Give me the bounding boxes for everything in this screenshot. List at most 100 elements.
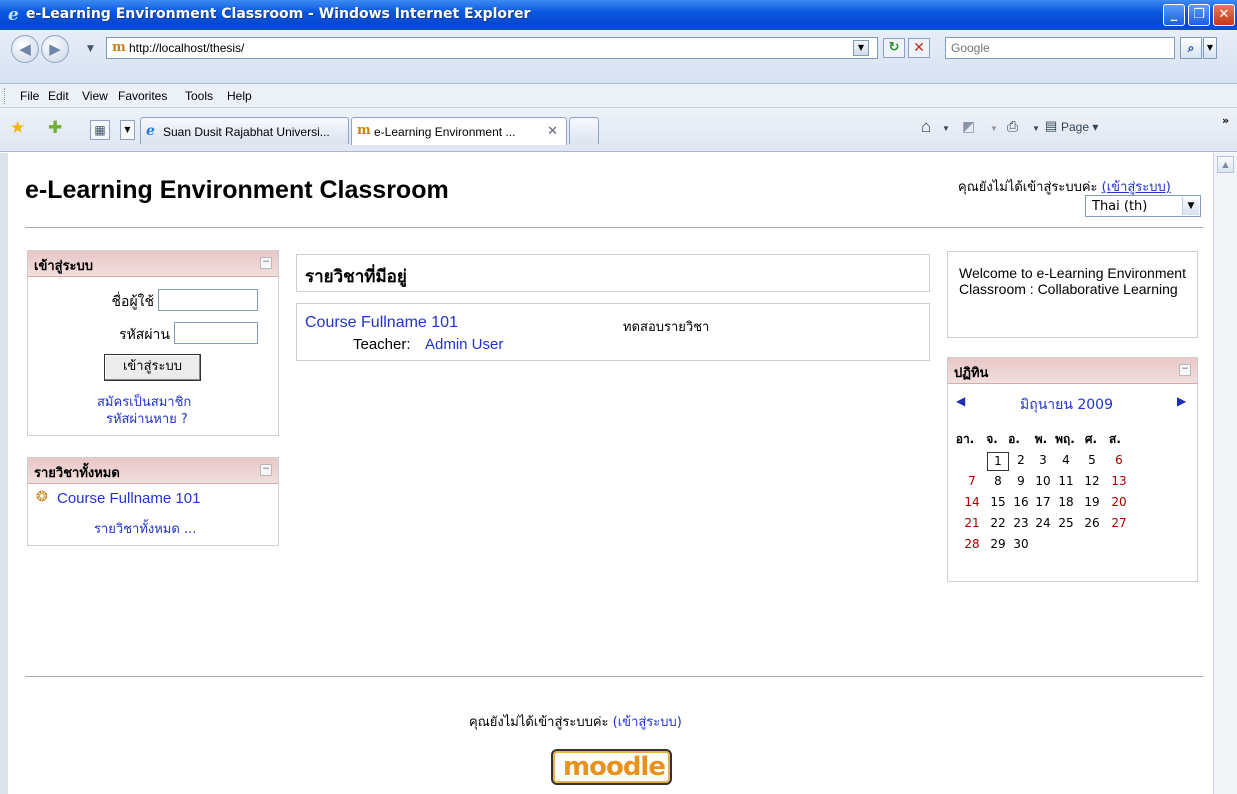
search-box[interactable] bbox=[945, 37, 1175, 59]
all-courses-link[interactable]: รายวิชาทั้งหมด ... bbox=[94, 518, 196, 539]
login-button[interactable]: เข้าสู่ระบบ bbox=[104, 354, 201, 381]
calendar-day[interactable]: 15 bbox=[987, 494, 1009, 511]
url-dropdown-icon[interactable]: ▼ bbox=[853, 40, 869, 56]
calendar-day[interactable]: 12 bbox=[1081, 473, 1103, 490]
url-text[interactable]: http://localhost/thesis/ bbox=[129, 41, 244, 55]
calendar-day[interactable]: 21 bbox=[961, 515, 983, 532]
chevron-down-icon[interactable]: ▼ bbox=[1182, 197, 1199, 215]
search-dropdown-icon[interactable]: ▼ bbox=[1203, 37, 1217, 59]
language-select[interactable]: Thai (th) ▼ bbox=[1085, 195, 1201, 217]
vertical-scrollbar[interactable]: ▲ bbox=[1213, 153, 1237, 794]
search-icon[interactable]: ⌕ bbox=[1180, 37, 1202, 59]
menu-edit[interactable]: Edit bbox=[48, 89, 69, 103]
username-field[interactable] bbox=[158, 289, 258, 311]
menu-view[interactable]: View bbox=[82, 89, 108, 103]
calendar-day[interactable]: 29 bbox=[987, 536, 1009, 553]
calendar-day[interactable]: 22 bbox=[987, 515, 1009, 532]
courses-block-title: รายวิชาทั้งหมด bbox=[34, 466, 120, 481]
ie-logo-icon: e bbox=[8, 5, 19, 25]
calendar-day-header: ส. bbox=[1109, 432, 1121, 446]
calendar-day[interactable]: 30 bbox=[1010, 536, 1032, 553]
calendar-day[interactable]: 11 bbox=[1055, 473, 1077, 490]
history-dropdown-icon[interactable]: ▼ bbox=[87, 44, 94, 54]
teacher-link[interactable]: Admin User bbox=[425, 336, 503, 353]
calendar-day[interactable]: 14 bbox=[961, 494, 983, 511]
calendar-day[interactable]: 8 bbox=[987, 473, 1009, 490]
feeds-icon[interactable]: ◩ bbox=[962, 118, 975, 135]
calendar-day[interactable]: 18 bbox=[1055, 494, 1077, 511]
calendar-day[interactable]: 7 bbox=[961, 473, 983, 490]
collapse-icon[interactable]: − bbox=[1179, 364, 1191, 376]
stop-icon[interactable]: ✕ bbox=[908, 38, 930, 58]
calendar-day[interactable]: 4 bbox=[1055, 452, 1077, 469]
minimize-button[interactable]: _ bbox=[1163, 4, 1185, 26]
calendar-day[interactable]: 3 bbox=[1032, 452, 1054, 469]
username-label: ชื่อผู้ใช้ bbox=[111, 294, 154, 310]
more-tools-chevron-icon[interactable]: » bbox=[1222, 114, 1229, 127]
calendar-day-header: พ. bbox=[1034, 432, 1048, 446]
course-name-link[interactable]: Course Fullname 101 bbox=[305, 314, 458, 332]
menu-file[interactable]: File bbox=[20, 89, 39, 103]
calendar-month-link[interactable]: มิถุนายน 2009 bbox=[1020, 394, 1113, 416]
print-icon[interactable]: ⎙ bbox=[1007, 118, 1018, 135]
moodle-logo[interactable]: moodle bbox=[551, 749, 672, 785]
next-month-icon[interactable]: ▶ bbox=[1177, 394, 1186, 408]
page-icon[interactable]: ▤ bbox=[1045, 118, 1057, 134]
header-login-link[interactable]: (เข้าสู่ระบบ) bbox=[1102, 180, 1171, 195]
add-favorite-icon[interactable]: ✚ bbox=[48, 118, 62, 138]
calendar-block-title: ปฏิทิน bbox=[954, 366, 989, 381]
calendar-day[interactable]: 5 bbox=[1081, 452, 1103, 469]
calendar-day[interactable]: 13 bbox=[1108, 473, 1130, 490]
home-icon[interactable]: ⌂ bbox=[921, 117, 931, 137]
footer-login-link[interactable]: (เข้าสู่ระบบ) bbox=[613, 715, 682, 730]
tab-list-dropdown-icon[interactable]: ▼ bbox=[120, 120, 135, 140]
maximize-button[interactable]: ❐ bbox=[1188, 4, 1210, 26]
forward-button[interactable]: ▶ bbox=[41, 35, 69, 63]
page-menu[interactable]: Page ▾ bbox=[1061, 120, 1098, 134]
calendar-day[interactable]: 24 bbox=[1032, 515, 1054, 532]
login-block-header: เข้าสู่ระบบ − bbox=[28, 251, 278, 277]
calendar-day[interactable]: 27 bbox=[1108, 515, 1130, 532]
search-input[interactable] bbox=[951, 41, 1171, 55]
address-bar[interactable]: m http://localhost/thesis/ ▼ bbox=[106, 37, 878, 59]
password-field[interactable] bbox=[174, 322, 258, 344]
calendar-day[interactable]: 20 bbox=[1108, 494, 1130, 511]
calendar-day[interactable]: 16 bbox=[1010, 494, 1032, 511]
back-button[interactable]: ◀ bbox=[11, 35, 39, 63]
calendar-day[interactable]: 2 bbox=[1010, 452, 1032, 469]
collapse-icon[interactable]: − bbox=[260, 257, 272, 269]
menu-help[interactable]: Help bbox=[227, 89, 252, 103]
collapse-icon[interactable]: − bbox=[260, 464, 272, 476]
calendar-today[interactable]: 1 bbox=[987, 452, 1009, 471]
course-icon: ❂ bbox=[36, 489, 48, 505]
calendar-day-header: อา. bbox=[955, 432, 975, 446]
close-tab-icon[interactable]: ✕ bbox=[547, 124, 558, 139]
calendar-day[interactable]: 17 bbox=[1032, 494, 1054, 511]
refresh-icon[interactable]: ↻ bbox=[883, 38, 905, 58]
calendar-day[interactable]: 10 bbox=[1032, 473, 1054, 490]
menu-tools[interactable]: Tools bbox=[185, 89, 213, 103]
feeds-dropdown-icon[interactable]: ▼ bbox=[990, 124, 998, 133]
new-tab-button[interactable] bbox=[569, 117, 599, 144]
calendar-day[interactable]: 26 bbox=[1081, 515, 1103, 532]
print-dropdown-icon[interactable]: ▼ bbox=[1032, 124, 1040, 133]
calendar-day[interactable]: 6 bbox=[1108, 452, 1130, 469]
close-window-button[interactable]: ✕ bbox=[1213, 4, 1235, 26]
forgot-password-link[interactable]: รหัสผ่านหาย ? bbox=[106, 408, 188, 429]
calendar-day[interactable]: 19 bbox=[1081, 494, 1103, 511]
available-courses-header: รายวิชาที่มีอยู่ bbox=[296, 254, 930, 292]
sidebar-course-link[interactable]: Course Fullname 101 bbox=[57, 490, 200, 507]
calendar-day[interactable]: 23 bbox=[1010, 515, 1032, 532]
tab-elearning[interactable]: m e-Learning Environment ... ✕ bbox=[351, 117, 567, 145]
menu-favorites[interactable]: Favorites bbox=[118, 89, 167, 103]
favorites-star-icon[interactable]: ★ bbox=[10, 118, 25, 138]
address-toolbar: ◀ ▶ ▼ m http://localhost/thesis/ ▼ ↻ ✕ ⌕… bbox=[0, 30, 1237, 84]
calendar-day[interactable]: 28 bbox=[961, 536, 983, 553]
quick-tabs-icon[interactable]: ▦ bbox=[90, 120, 110, 140]
scroll-up-icon[interactable]: ▲ bbox=[1217, 156, 1234, 173]
tab-suan-dusit[interactable]: e Suan Dusit Rajabhat Universi... bbox=[140, 117, 349, 144]
calendar-day[interactable]: 9 bbox=[1010, 473, 1032, 490]
home-dropdown-icon[interactable]: ▼ bbox=[942, 124, 950, 133]
prev-month-icon[interactable]: ◀ bbox=[956, 394, 965, 408]
calendar-day[interactable]: 25 bbox=[1055, 515, 1077, 532]
